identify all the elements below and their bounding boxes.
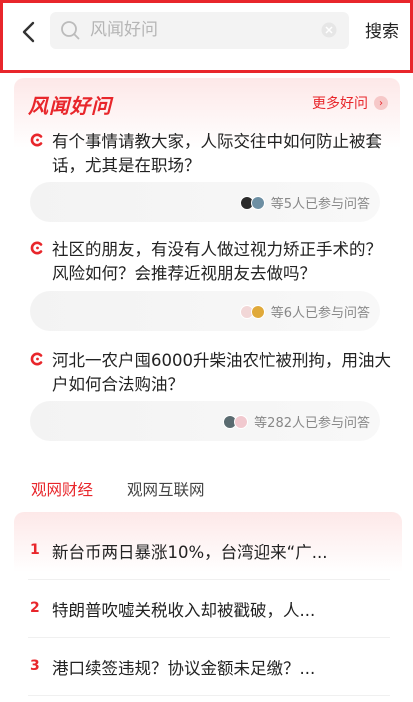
back-button[interactable]: [13, 17, 43, 47]
question-item[interactable]: 河北一农户囤6000升柴油农忙被刑拘，用油大户如何合法购油？ 等282人已参与问…: [30, 349, 391, 445]
question-mark-icon: [30, 352, 43, 366]
search-header: 搜索: [0, 0, 413, 73]
question-answer-bar[interactable]: 等5人已参与问答: [30, 182, 380, 222]
participant-count: 等282人已参与问答: [254, 416, 370, 431]
question-text: 社区的朋友，有没有人做过视力矫正手术的？风险如何？会推荐近视朋友去做吗？: [52, 240, 382, 283]
news-title: 新台币两日暴涨10%，台湾迎来“广...: [52, 543, 328, 562]
news-list: 1 新台币两日暴涨10%，台湾迎来“广... 2 特朗普吹嘘关税收入却被戳破，人…: [14, 512, 402, 702]
participant-avatars: [223, 414, 249, 429]
more-questions-label: 更多好问: [312, 96, 368, 112]
question-text: 河北一农户囤6000升柴油农忙被刑拘，用油大户如何合法购油？: [52, 351, 391, 394]
news-rank: 1: [30, 542, 40, 558]
question-answer-bar[interactable]: 等6人已参与问答: [30, 291, 380, 331]
news-item[interactable]: 2 特朗普吹嘘关税收入却被戳破，人...: [28, 582, 390, 638]
participant-count: 等5人已参与问答: [270, 197, 370, 212]
avatar: [250, 195, 265, 210]
question-item[interactable]: 社区的朋友，有没有人做过视力矫正手术的？风险如何？会推荐近视朋友去做吗？ 等6人…: [30, 238, 390, 334]
search-icon: [61, 21, 80, 40]
tab-guanwang-internet[interactable]: 观网互联网: [127, 478, 205, 500]
search-button[interactable]: 搜索: [365, 17, 399, 42]
more-questions-link[interactable]: 更多好问 ›: [312, 93, 388, 113]
news-rank: 2: [30, 600, 40, 616]
participant-avatars: [239, 304, 265, 319]
news-title: 特朗普吹嘘关税收入却被戳破，人...: [52, 601, 316, 620]
chevron-right-icon: ›: [374, 96, 388, 110]
search-box[interactable]: [50, 12, 349, 49]
question-mark-icon: [30, 133, 43, 147]
news-title: 港口续签违规？协议金额未足缴？...: [52, 659, 316, 678]
question-text: 有个事情请教大家，人际交往中如何防止被套话，尤其是在职场？: [52, 132, 382, 175]
avatar: [250, 304, 265, 319]
qa-section-title: 风闻好问: [28, 94, 112, 118]
category-tabs: 观网财经 观网互联网: [31, 478, 205, 500]
question-answer-bar[interactable]: 等282人已参与问答: [30, 401, 380, 441]
question-mark-icon: [30, 241, 43, 255]
search-input[interactable]: [90, 17, 310, 43]
avatar: [234, 414, 249, 429]
question-item[interactable]: 有个事情请教大家，人际交往中如何防止被套话，尤其是在职场？ 等5人已参与问答: [30, 130, 390, 226]
news-rank: 3: [30, 658, 40, 674]
back-arrow-icon: [22, 21, 35, 43]
clear-icon[interactable]: [321, 22, 337, 38]
participant-count: 等6人已参与问答: [270, 306, 370, 321]
tab-guanwang-finance[interactable]: 观网财经: [31, 478, 93, 500]
news-item[interactable]: 3 港口续签违规？协议金额未足缴？...: [28, 640, 390, 696]
participant-avatars: [239, 195, 265, 210]
news-item[interactable]: 1 新台币两日暴涨10%，台湾迎来“广...: [28, 524, 390, 580]
qa-card: 风闻好问 更多好问 › 有个事情请教大家，人际交往中如何防止被套话，尤其是在职场…: [14, 78, 400, 458]
